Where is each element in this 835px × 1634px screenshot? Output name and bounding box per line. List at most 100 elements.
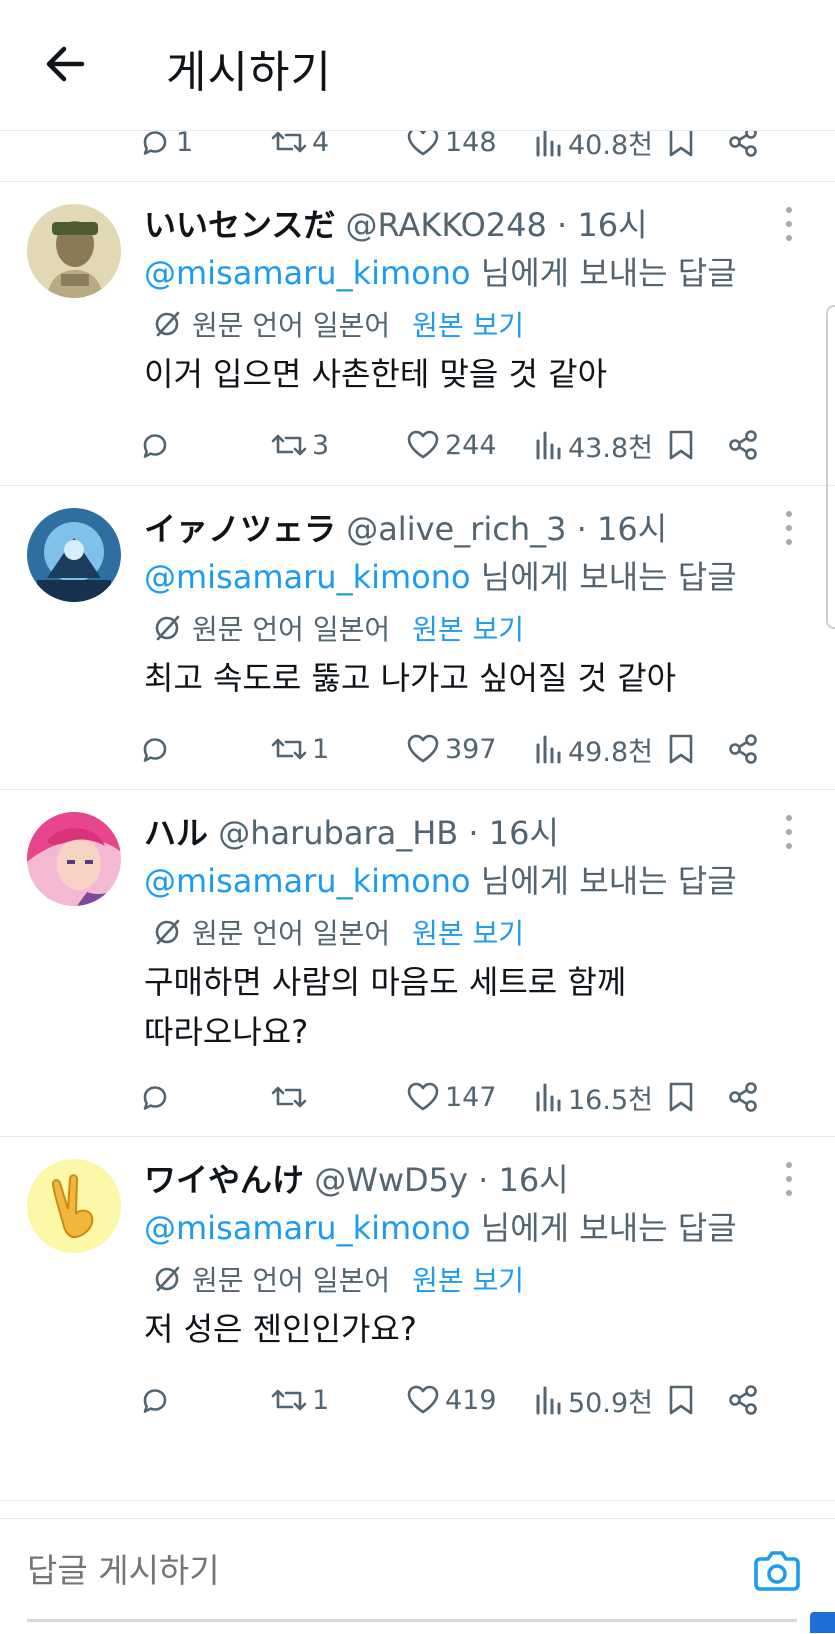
mention-link[interactable]: @misamaru_kimono (144, 254, 471, 292)
retweet-button[interactable]: 1 (270, 727, 329, 771)
bookmark-button[interactable] (666, 727, 696, 771)
reply-button[interactable] (138, 1378, 176, 1422)
retweet-count: 3 (312, 429, 330, 461)
share-button[interactable] (726, 1075, 760, 1119)
more-options-button[interactable] (777, 204, 801, 244)
back-button[interactable] (42, 40, 90, 88)
avatar[interactable] (27, 508, 121, 602)
retweet-count: 4 (312, 126, 330, 158)
like-button[interactable]: 244 (405, 423, 497, 467)
top-header: 게시하기 (0, 0, 835, 131)
bar-chart-icon (536, 1386, 561, 1415)
speech-bubble-icon (143, 434, 167, 458)
retweet-icon (271, 434, 307, 456)
scrollbar[interactable] (826, 305, 835, 629)
more-options-button[interactable] (777, 1159, 801, 1199)
more-options-button[interactable] (777, 508, 801, 548)
tweet-divider (0, 1500, 835, 1501)
share-button[interactable] (726, 1378, 760, 1422)
tweet-action-row: 147 16.5천 (0, 1075, 835, 1119)
reply-button[interactable] (138, 1075, 176, 1119)
vertical-dots-icon (786, 207, 792, 241)
mention-link[interactable]: @misamaru_kimono (144, 862, 471, 900)
translation-bar: 원문 언어 일본어 원본 보기 (152, 1259, 524, 1299)
mention-link[interactable]: @misamaru_kimono (144, 1209, 471, 1247)
heart-icon (407, 430, 439, 459)
author-name[interactable]: イァノツェラ (144, 510, 336, 548)
avatar[interactable] (27, 1159, 121, 1253)
bookmark-button[interactable] (666, 1075, 696, 1119)
tweet-action-row: 1 419 50.9천 (0, 1378, 835, 1422)
share-icon (729, 1082, 757, 1112)
reply-tweet[interactable]: いいセンスだ @RAKKO248 · 16시 @misamaru_kimono … (0, 182, 835, 485)
share-icon (729, 1385, 757, 1415)
like-button[interactable]: 397 (405, 727, 497, 771)
more-options-button[interactable] (777, 812, 801, 852)
retweet-button[interactable]: 3 (270, 423, 329, 467)
view-original-link[interactable]: 원본 보기 (412, 912, 524, 952)
arrow-left-icon (46, 46, 85, 82)
camera-button[interactable] (752, 1549, 802, 1593)
reply-tweet[interactable]: ハル @harubara_HB · 16시 @misamaru_kimono 님… (0, 790, 835, 1136)
bar-chart-icon (536, 735, 561, 764)
retweet-button[interactable] (270, 1075, 312, 1119)
tweet-action-row: 1 397 49.8천 (0, 727, 835, 771)
author-handle[interactable]: @harubara_HB · 16시 (218, 814, 559, 852)
author-name[interactable]: ハル (144, 814, 208, 852)
bookmark-icon (669, 1385, 693, 1415)
avatar[interactable] (27, 812, 121, 906)
tweet-text: 이거 입으면 사촌한테 맞을 것 같아 (144, 355, 608, 393)
views-button[interactable]: 50.9천 (534, 1378, 653, 1422)
views-button[interactable]: 43.8천 (534, 423, 653, 467)
reply-context-text: 님에게 보내는 답글 (470, 862, 737, 900)
reply-tweet[interactable]: イァノツェラ @alive_rich_3 · 16시 @misamaru_kim… (0, 486, 835, 789)
heart-icon (407, 1082, 439, 1111)
author-line: イァノツェラ @alive_rich_3 · 16시 (144, 504, 667, 550)
tweet-text-line: 구매하면 사람의 마음도 세트로 함께 (144, 963, 627, 1001)
share-button[interactable] (726, 423, 760, 467)
bar-chart-icon (536, 431, 561, 460)
reply-context-text: 님에게 보내는 답글 (470, 1209, 737, 1247)
author-handle[interactable]: @RAKKO248 · 16시 (346, 206, 648, 244)
view-original-link[interactable]: 원본 보기 (412, 608, 524, 648)
author-handle[interactable]: @WwD5y · 16시 (314, 1161, 568, 1199)
reply-button[interactable] (138, 423, 176, 467)
like-count: 244 (445, 429, 497, 461)
author-name[interactable]: いいセンスだ (144, 206, 335, 244)
like-count: 147 (445, 1081, 497, 1113)
view-original-link[interactable]: 원본 보기 (412, 304, 524, 344)
accessibility-badge-icon[interactable] (810, 1612, 835, 1633)
bookmark-icon (669, 734, 693, 764)
bookmark-icon (669, 430, 693, 460)
share-button[interactable] (726, 727, 760, 771)
bookmark-button[interactable] (666, 1378, 696, 1422)
author-handle[interactable]: @alive_rich_3 · 16시 (346, 510, 667, 548)
tweet-action-row: 3 244 43.8천 (0, 423, 835, 467)
like-button[interactable]: 419 (405, 1378, 497, 1422)
reply-context: @misamaru_kimono 님에게 보내는 답글 (144, 248, 737, 294)
view-count: 50.9천 (568, 1387, 653, 1419)
mention-link[interactable]: @misamaru_kimono (144, 558, 471, 596)
tweet-text: 저 성은 젠인인가요? (144, 1310, 417, 1348)
vertical-dots-icon (786, 511, 792, 545)
retweet-count: 1 (312, 733, 330, 765)
reply-button[interactable] (138, 727, 176, 771)
bookmark-button[interactable] (666, 423, 696, 467)
original-language-label: 원문 언어 일본어 (192, 1264, 391, 1297)
reply-context: @misamaru_kimono 님에게 보내는 답글 (144, 1203, 737, 1249)
bookmark-icon (669, 1082, 693, 1112)
author-name[interactable]: ワイやんけ (144, 1161, 304, 1199)
speech-bubble-icon (143, 1086, 167, 1110)
views-button[interactable]: 49.8천 (534, 727, 653, 771)
like-button[interactable]: 147 (405, 1075, 497, 1119)
avatar[interactable] (27, 204, 121, 298)
view-original-link[interactable]: 원본 보기 (412, 1259, 524, 1299)
reply-context: @misamaru_kimono 님에게 보내는 답글 (144, 552, 737, 598)
translation-bar: 원문 언어 일본어 원본 보기 (152, 608, 524, 648)
view-count: 16.5천 (568, 1084, 653, 1116)
retweet-button[interactable]: 1 (270, 1378, 329, 1422)
reply-input[interactable] (27, 1543, 727, 1599)
reply-tweet[interactable]: ワイやんけ @WwD5y · 16시 @misamaru_kimono 님에게 … (0, 1137, 835, 1440)
original-language-label: 원문 언어 일본어 (192, 613, 391, 646)
views-button[interactable]: 16.5천 (534, 1075, 653, 1119)
